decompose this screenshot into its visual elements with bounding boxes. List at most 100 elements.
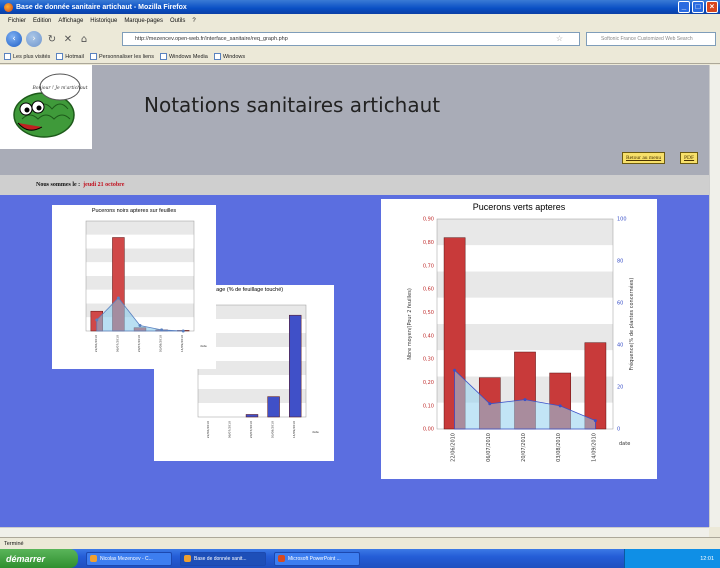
menu-bar: Fichier Edition Affichage Historique Mar… (0, 14, 720, 28)
menu-affichage[interactable]: Affichage (58, 18, 83, 24)
grid-band (86, 234, 194, 249)
y2-tick-label: 0 (617, 427, 620, 433)
menu-outils[interactable]: Outils (170, 18, 185, 24)
url-bar[interactable]: http://mezencev.open-web.fr/interface_sa… (122, 32, 580, 46)
pdf-button[interactable]: PDF (680, 152, 699, 164)
y-tick-label: 0,60 (423, 287, 434, 293)
window-titlebar: Base de donnée sanitaire artichaut - Moz… (0, 0, 720, 14)
search-placeholder: Softonic France Customized Web Search (601, 36, 693, 42)
bookmark-most-visited[interactable]: Les plus visités (4, 53, 50, 60)
page-header: Bonjour ! Je m'artichaut Notations sanit… (0, 65, 709, 175)
page-content: Bonjour ! Je m'artichaut Notations sanit… (0, 65, 709, 527)
bookmarks-bar: Les plus visités Hotmail Personnaliser l… (0, 50, 720, 64)
chart-pucerons-noirs-plot: 22/06/2010 06/07/2010 20/07/2010 03/08/2010… (85, 220, 207, 352)
x-tick-label: 06/07/2010 (227, 421, 231, 438)
grid-band (86, 262, 194, 276)
x-tick-label: 14/09/2010 (180, 335, 184, 352)
date-prefix: Nous sommes le : (36, 182, 81, 188)
url-text: http://mezencev.open-web.fr/interface_sa… (135, 36, 288, 42)
page-icon (4, 53, 11, 60)
task-powerpoint[interactable]: Microsoft PowerPoint ... (274, 551, 360, 566)
windows-taskbar: démarrer Nicolas Mezencev - C... Base de… (0, 549, 720, 568)
grid-band (86, 276, 194, 290)
frequency-point (181, 329, 185, 333)
x-tick-label: 03/08/2010 (271, 421, 275, 438)
frequency-point (116, 296, 120, 300)
task-firefox[interactable]: Base de donnée sanit... (180, 551, 266, 566)
firefox-icon (4, 2, 13, 12)
window-title: Base de donnée sanitaire artichaut - Moz… (16, 3, 187, 11)
menu-fichier[interactable]: Fichier (8, 18, 26, 24)
frequency-point (488, 402, 492, 406)
search-input[interactable]: Softonic France Customized Web Search (586, 32, 716, 46)
status-text: Terminé (4, 540, 24, 547)
minimize-button[interactable]: _ (678, 1, 690, 13)
menu-historique[interactable]: Historique (90, 18, 117, 24)
menu-help[interactable]: ? (192, 18, 195, 24)
x-axis-label: date (200, 344, 207, 348)
page-title: Notations sanitaires artichaut (144, 93, 441, 117)
bookmark-hotmail[interactable]: Hotmail (56, 53, 84, 60)
firefox-icon (184, 555, 191, 562)
horizontal-scrollbar[interactable] (0, 527, 709, 537)
chart-title: Pucerons noirs apteres sur feuilles (91, 208, 177, 214)
x-tick-label: 20/07/2010 (137, 335, 141, 352)
powerpoint-icon (278, 555, 285, 562)
y-tick-label: 0,30 (423, 357, 434, 363)
start-button[interactable]: démarrer (0, 549, 78, 568)
frequency-point (558, 404, 562, 408)
artichoke-logo: Bonjour ! Je m'artichaut (0, 65, 92, 149)
close-button[interactable]: × (706, 1, 718, 13)
y-axis-label: Nbre moyen/(Pour 2 feuilles) (407, 288, 413, 360)
y-tick-label: 0,50 (423, 310, 434, 316)
y2-tick-label: 100 (617, 217, 627, 223)
x-tick-label: 22/06/2010 (206, 421, 210, 438)
chart-title: Pucerons verts apteres (472, 202, 566, 212)
grid-band (86, 248, 194, 263)
page-icon (213, 53, 221, 60)
x-axis-label: date (312, 430, 319, 434)
vertical-scrollbar[interactable] (709, 65, 720, 527)
x-tick-label: 20/07/2010 (249, 421, 253, 438)
bookmark-customize[interactable]: Personnaliser les liens (89, 53, 154, 60)
current-date: Nous sommes le : jeudi 21 octobre (0, 175, 709, 195)
back-to-menu-button[interactable]: Retour au menu (622, 152, 666, 164)
reload-icon[interactable]: ↻ (46, 34, 58, 45)
frequency-point (453, 368, 457, 372)
x-tick-label: 03/08/2010 (556, 433, 562, 462)
stop-icon[interactable]: ✕ (62, 34, 74, 45)
y-tick-label: 0,20 (423, 380, 434, 386)
y2-tick-label: 60 (617, 301, 623, 307)
bar (584, 342, 607, 430)
bar (267, 396, 280, 418)
x-tick-label: 14/09/2010 (591, 433, 597, 462)
x-tick-label: 06/07/2010 (486, 433, 492, 462)
menu-marque-pages[interactable]: Marque-pages (124, 18, 163, 24)
frequency-point (523, 398, 527, 402)
frequency-point (593, 419, 597, 423)
y-tick-label: 0,80 (423, 240, 434, 246)
home-icon[interactable]: ⌂ (78, 34, 90, 45)
frequency-point (138, 324, 142, 327)
back-button[interactable]: ‹ (6, 31, 22, 47)
bookmark-star-icon[interactable]: ☆ (556, 34, 563, 43)
y-tick-label: 0,10 (423, 403, 434, 409)
y2-tick-label: 80 (617, 259, 623, 265)
outlook-icon (90, 555, 97, 562)
chart-pucerons-noirs: Pucerons noirs apteres sur feuilles 22/0… (52, 205, 216, 369)
y2-axis-label: Fréquence(% de plantes concernées) (628, 278, 635, 371)
y2-tick-label: 20 (617, 385, 623, 391)
page-icon (89, 53, 97, 60)
forward-button[interactable]: › (26, 31, 42, 47)
bookmark-windows[interactable]: Windows (213, 53, 245, 60)
menu-edition[interactable]: Edition (33, 18, 51, 24)
grid-band (86, 289, 194, 304)
page-icon (56, 53, 64, 60)
status-bar: Terminé (0, 537, 720, 549)
maximize-button[interactable]: □ (692, 1, 704, 13)
bookmark-windows-media[interactable]: Windows Media (159, 53, 208, 60)
task-outlook[interactable]: Nicolas Mezencev - C... (86, 551, 172, 566)
x-tick-label: 20/07/2010 (521, 433, 527, 462)
date-value: jeudi 21 octobre (83, 182, 125, 188)
system-tray: 12:01 (624, 549, 720, 568)
